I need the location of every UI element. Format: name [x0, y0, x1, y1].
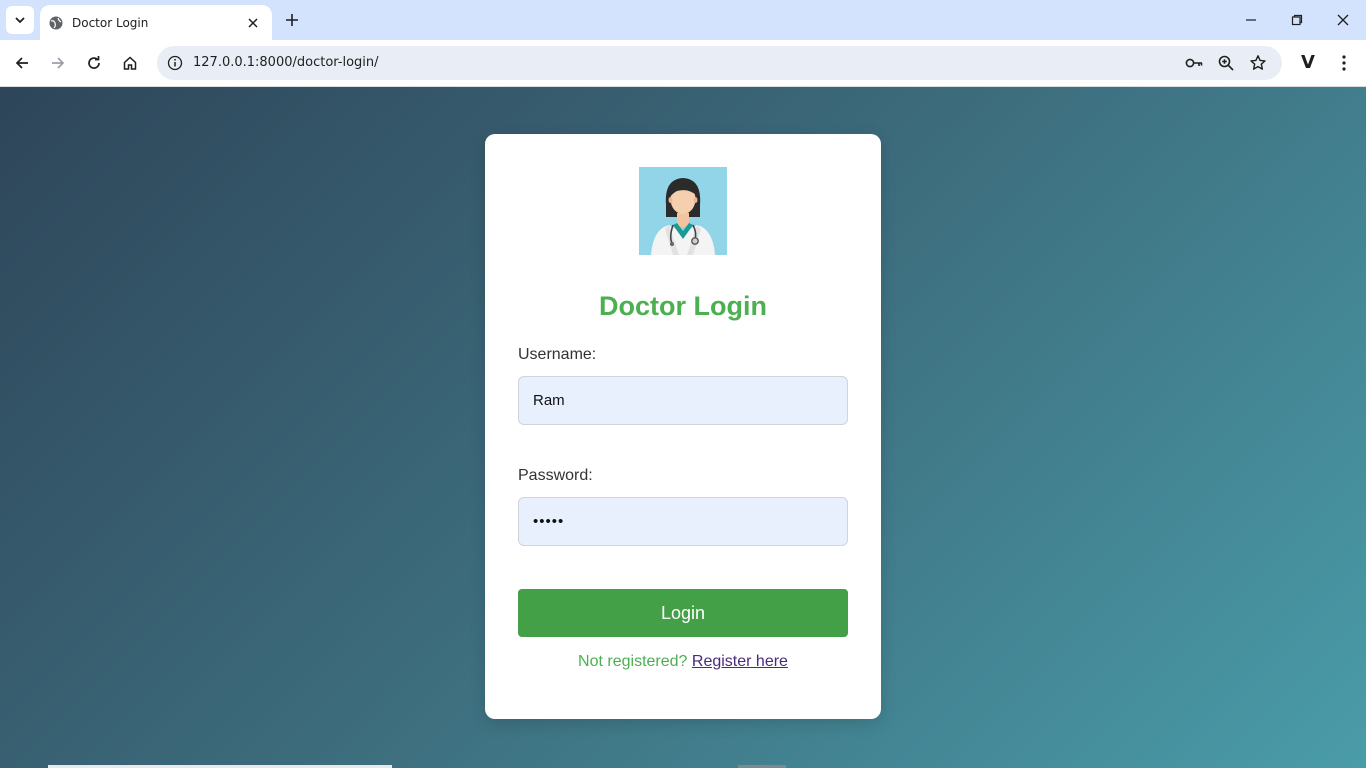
password-label: Password: — [518, 467, 593, 484]
not-registered-text: Not registered? — [578, 653, 688, 670]
tab-title: Doctor Login — [72, 15, 149, 30]
password-input[interactable] — [518, 497, 848, 546]
tab-search-button[interactable] — [6, 6, 34, 34]
username-input[interactable] — [518, 376, 848, 425]
active-tab[interactable]: Doctor Login — [40, 5, 272, 40]
zoom-icon[interactable] — [1216, 53, 1236, 73]
bookmark-star-icon[interactable] — [1248, 53, 1268, 73]
url-text[interactable]: 127.0.0.1:8000/doctor-login/ — [193, 55, 379, 70]
chevron-down-icon — [15, 17, 25, 24]
page-title: Doctor Login — [599, 291, 767, 321]
register-link[interactable]: Register here — [692, 653, 788, 670]
address-bar[interactable]: 127.0.0.1:8000/doctor-login/ — [157, 46, 1282, 80]
close-icon[interactable] — [244, 14, 262, 32]
browser-toolbar: 127.0.0.1:8000/doctor-login/ V — [0, 40, 1366, 87]
username-label: Username: — [518, 346, 597, 363]
menu-dots-icon[interactable] — [1332, 51, 1356, 75]
profile-button[interactable]: V — [1296, 51, 1320, 75]
back-icon[interactable] — [10, 51, 34, 75]
register-prompt: Not registered? Register here — [485, 653, 881, 671]
page-background: Doctor Login Username: Password: Login N… — [0, 87, 1366, 768]
plus-icon[interactable] — [282, 10, 302, 30]
login-button[interactable]: Login — [518, 589, 848, 637]
password-key-icon[interactable] — [1184, 53, 1204, 73]
globe-icon — [48, 15, 64, 31]
login-card: Doctor Login Username: Password: Login N… — [485, 134, 881, 719]
minimize-icon[interactable] — [1239, 8, 1263, 32]
restore-icon[interactable] — [1285, 8, 1309, 32]
site-info-icon[interactable] — [165, 53, 185, 73]
window-close-icon[interactable] — [1331, 8, 1355, 32]
home-icon[interactable] — [118, 51, 142, 75]
reload-icon[interactable] — [82, 51, 106, 75]
tab-bar: Doctor Login — [0, 0, 1366, 40]
doctor-avatar — [639, 167, 727, 255]
forward-icon[interactable] — [46, 51, 70, 75]
